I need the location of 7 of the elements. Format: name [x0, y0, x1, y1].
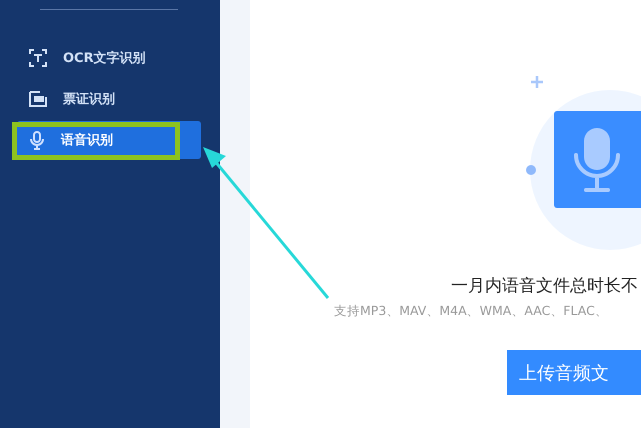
supported-formats-text: 支持MP3、MAV、M4A、WMA、AAC、FLAC、	[334, 303, 609, 320]
card-icon	[29, 91, 47, 107]
sidebar-item[interactable]: OCR文字识别	[17, 39, 201, 77]
microphone-icon	[29, 130, 45, 150]
sidebar-item[interactable]: 票证识别	[17, 80, 201, 118]
duration-limit-text: 一月内语音文件总时长不	[451, 275, 639, 297]
text-scan-icon	[29, 49, 47, 67]
